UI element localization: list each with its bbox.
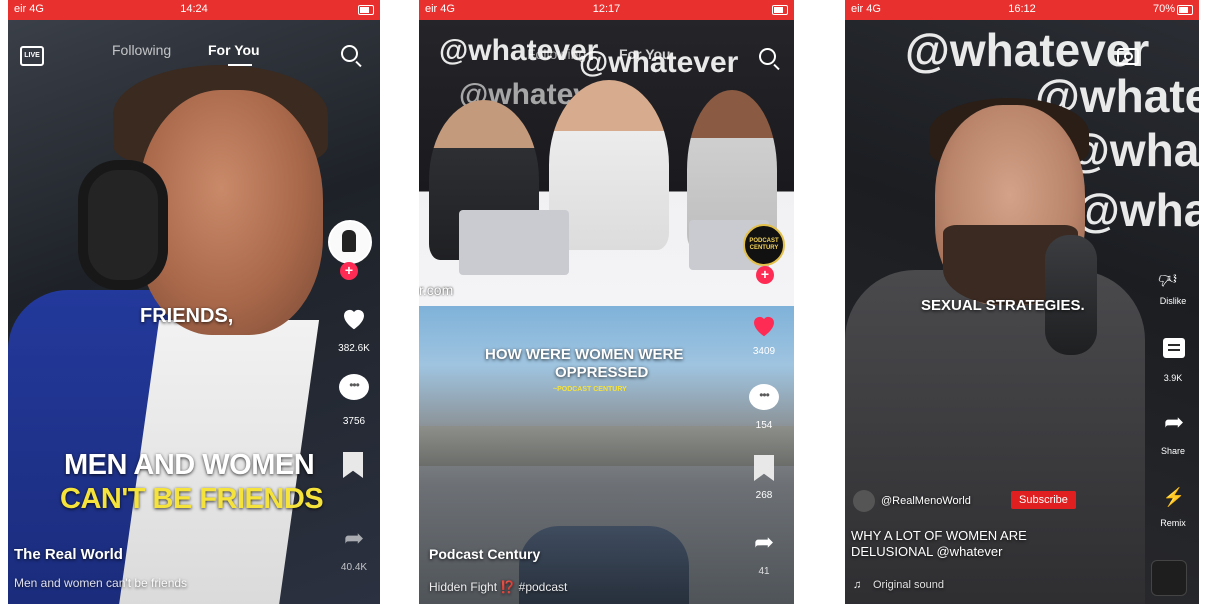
- overpass: [419, 426, 794, 466]
- share-label: Share: [1160, 446, 1186, 456]
- comment-icon[interactable]: [1163, 338, 1185, 358]
- watermark: r.com: [419, 282, 454, 298]
- status-bar: eir 4G 12:17: [419, 0, 794, 20]
- battery-percent: 70%: [1152, 3, 1175, 15]
- caption-overlay-line1: SEXUAL STRATEGIES.: [921, 297, 1085, 314]
- comment-count: 3.9K: [1163, 373, 1183, 383]
- creator-avatar[interactable]: PODCAST CENTURY: [743, 224, 785, 266]
- tab-for-you[interactable]: For You: [208, 42, 260, 58]
- remix-icon[interactable]: ⚡: [1159, 484, 1189, 510]
- clock: 12:17: [592, 3, 621, 15]
- chess-knight-icon: [342, 230, 356, 252]
- battery-icon: [358, 5, 374, 15]
- tab-following[interactable]: Following: [527, 46, 586, 62]
- like-count: 382.6K: [338, 343, 370, 354]
- follow-button[interactable]: +: [756, 266, 774, 284]
- thumbs-down-icon[interactable]: 👍︎: [1158, 268, 1177, 290]
- video-title: WHY A LOT OF WOMEN ARE DELUSIONAL @whate…: [851, 528, 1027, 559]
- wall-text: @whatever: [1075, 184, 1199, 236]
- share-icon[interactable]: ➦: [339, 526, 369, 552]
- search-icon[interactable]: [341, 45, 358, 62]
- wall-text: @whatever: [905, 24, 1150, 76]
- author-name[interactable]: The Real World: [14, 546, 123, 563]
- share-icon[interactable]: ➦: [749, 530, 779, 556]
- heart-icon[interactable]: [749, 310, 779, 340]
- headphones: [78, 160, 168, 290]
- caption-overlay-line1: HOW WERE WOMEN WERE: [485, 346, 684, 363]
- like-count: 3409: [752, 346, 776, 357]
- creator-avatar[interactable]: [328, 220, 372, 264]
- status-bar: eir 4G 14:24: [8, 0, 380, 20]
- channel-name[interactable]: @RealMenoWorld: [881, 495, 971, 507]
- sound-name[interactable]: Original sound: [873, 579, 944, 591]
- comment-count: 3756: [342, 416, 366, 427]
- channel-avatar[interactable]: [853, 490, 875, 512]
- status-bar: eir 4G 16:12 70%: [845, 0, 1199, 20]
- caption-overlay-line1: MEN AND WOMEN: [64, 449, 315, 481]
- share-icon[interactable]: ➦: [1159, 410, 1189, 436]
- battery-icon: [1177, 5, 1193, 15]
- author-name[interactable]: Podcast Century: [429, 546, 540, 562]
- heart-icon[interactable]: [339, 303, 369, 333]
- tiktok-screenshot-2: eir 4G 12:17 @whatever @whatever @whatev…: [419, 0, 794, 604]
- remix-label: Remix: [1160, 518, 1186, 528]
- video-caption: Hidden Fight ⁉️ #podcast: [429, 580, 568, 594]
- music-note-icon: ♫: [853, 579, 862, 591]
- follow-button[interactable]: +: [340, 262, 358, 280]
- dislike-label: Dislike: [1159, 296, 1187, 306]
- video-frame-top[interactable]: @whatever @whatever @whatever: [419, 20, 794, 306]
- sound-thumbnail[interactable]: [1151, 560, 1187, 596]
- caption-overlay-friends: FRIENDS,: [140, 305, 234, 327]
- battery-icon: [772, 5, 788, 15]
- laptop: [459, 210, 569, 275]
- tab-for-you[interactable]: For You: [619, 46, 671, 62]
- tiktok-screenshot-1: eir 4G 14:24 LIVE Following For You + 38…: [8, 0, 380, 604]
- microphone: [1045, 235, 1097, 355]
- clock: 14:24: [180, 3, 208, 15]
- comment-icon[interactable]: [339, 374, 369, 400]
- comment-icon[interactable]: [749, 384, 779, 410]
- tiktok-screenshot-3: eir 4G 16:12 70% @whatever @whatever @wh…: [845, 0, 1199, 604]
- avatar-badge-text: PODCAST CENTURY: [749, 238, 779, 251]
- caption-overlay-line2: CAN'T BE FRIENDS: [60, 483, 324, 515]
- subscribe-button[interactable]: Subscribe: [1011, 491, 1076, 509]
- video-caption: Men and women can't be friends: [14, 576, 188, 590]
- save-count: 268: [755, 490, 773, 501]
- caption-overlay-tag: ~PODCAST CENTURY: [553, 386, 627, 393]
- camera-icon[interactable]: [1117, 48, 1139, 65]
- tab-underline: [228, 64, 252, 66]
- live-icon[interactable]: LIVE: [20, 46, 44, 66]
- search-icon[interactable]: [759, 48, 776, 65]
- caption-overlay-line2: OPPRESSED: [555, 364, 649, 381]
- tab-following[interactable]: Following: [112, 42, 171, 58]
- comment-count: 154: [755, 420, 773, 431]
- clock: 16:12: [1008, 3, 1036, 15]
- share-count: 40.4K: [340, 562, 368, 573]
- share-count: 41: [758, 566, 770, 577]
